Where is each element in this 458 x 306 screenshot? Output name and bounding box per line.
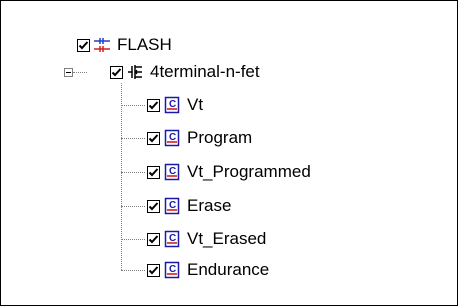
- flash-label: FLASH: [117, 35, 172, 54]
- document-c-icon: C: [163, 197, 181, 215]
- document-c-icon: C: [163, 96, 181, 114]
- tree-view-panel: FLASH 4terminal-n-fet C Vt C Program C V…: [0, 0, 458, 306]
- tree-connector: [121, 270, 145, 271]
- test-checkbox[interactable]: [147, 165, 160, 179]
- test-checkbox[interactable]: [147, 98, 160, 112]
- document-c-icon: C: [163, 261, 181, 279]
- collapse-toggle[interactable]: [64, 68, 73, 77]
- tree-connector: [121, 206, 145, 207]
- tree-item-test[interactable]: C Endurance: [147, 259, 269, 281]
- tree-connector: [121, 105, 145, 106]
- tree-item-test[interactable]: C Erase: [147, 195, 231, 217]
- tree-item-test[interactable]: C Program: [147, 127, 252, 149]
- test-tree: FLASH 4terminal-n-fet C Vt C Program C V…: [1, 1, 457, 305]
- test-label: Vt_Programmed: [187, 162, 311, 181]
- circuit-icon: [93, 36, 111, 54]
- test-label: Vt_Erased: [187, 229, 267, 248]
- test-label: Erase: [187, 196, 232, 215]
- tree-item-test[interactable]: C Vt_Erased: [147, 228, 266, 250]
- tree-connector: [73, 72, 87, 73]
- tree-connector: [121, 172, 145, 173]
- test-checkbox[interactable]: [147, 199, 160, 213]
- transistor-icon: [126, 63, 144, 81]
- flash-checkbox[interactable]: [77, 38, 90, 52]
- test-checkbox[interactable]: [147, 263, 160, 277]
- document-c-icon: C: [163, 129, 181, 147]
- test-label: Vt: [187, 95, 204, 114]
- tree-connector: [121, 83, 122, 270]
- device-label: 4terminal-n-fet: [150, 62, 260, 81]
- test-checkbox[interactable]: [147, 131, 160, 145]
- tree-item-device[interactable]: 4terminal-n-fet: [110, 61, 260, 83]
- test-label: Endurance: [187, 260, 270, 279]
- device-checkbox[interactable]: [110, 65, 123, 79]
- tree-connector: [121, 138, 145, 139]
- tree-item-test[interactable]: C Vt_Programmed: [147, 161, 311, 183]
- document-c-icon: C: [163, 230, 181, 248]
- document-c-icon: C: [163, 163, 181, 181]
- test-label: Program: [187, 128, 253, 147]
- tree-item-test[interactable]: C Vt: [147, 94, 203, 116]
- tree-connector: [121, 239, 145, 240]
- tree-item-flash[interactable]: FLASH: [77, 34, 172, 56]
- test-checkbox[interactable]: [147, 232, 160, 246]
